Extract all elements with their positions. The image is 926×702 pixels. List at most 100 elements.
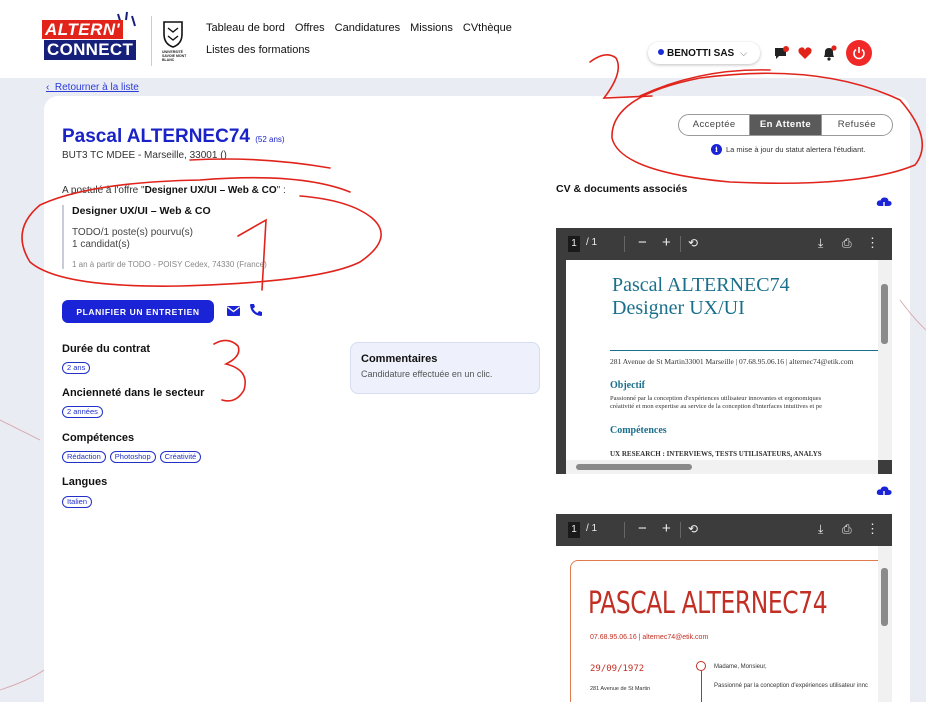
nav-cv-library[interactable]: CVthèque [463,22,512,44]
pdf-page-input[interactable]: 1 [568,522,580,538]
more-options-icon[interactable]: ⋮ [866,521,879,537]
skill-tag: Rédaction [62,451,106,463]
applied-offer-name[interactable]: Designer UX/UI – Web & CO [145,185,277,196]
pdf-viewer-cv: 1 / 1 − + ⟲ ⤓ ⎙ ⋮ Pascal ALTERNEC74 Desig… [556,228,892,474]
nav-dashboard[interactable]: Tableau de bord [206,22,285,44]
nav-applications[interactable]: Candidatures [335,22,400,44]
status-note-text: La mise à jour du statut alertera l'étud… [726,145,866,154]
nav-missions[interactable]: Missions [410,22,453,44]
status-note: i La mise à jour du statut alertera l'ét… [711,144,865,155]
university-name: UNIVERSITÉ SAVOIE MONT BLANC [162,50,187,62]
cv-page: Pascal ALTERNEC74 Designer UX/UI 281 Aven… [566,260,878,460]
rotate-icon[interactable]: ⟲ [688,236,698,250]
chevron-down-icon: ⌵ [740,48,748,58]
comments-title: Commentaires [361,353,438,365]
pdf-horizontal-scrollbar[interactable] [566,460,878,474]
cloud-download-icon[interactable] [876,196,892,210]
rotate-icon[interactable]: ⟲ [688,522,698,536]
letter-page: PASCAL ALTERNEC74 07.68.95.06.16 | alter… [556,546,878,702]
bell-icon[interactable] [821,45,837,61]
comments-box: Commentaires Candidature effectuée en un… [350,342,540,394]
cv-role: Designer UX/UI [612,297,745,319]
applied-prefix: A postulé à l'offre " [62,185,145,196]
download-icon[interactable]: ⤓ [818,522,823,537]
skills-title: Compétences [62,432,135,444]
download-icon[interactable]: ⤓ [818,236,823,251]
toolbar-divider [624,522,625,538]
cloud-download-icon[interactable] [876,485,892,499]
letter-frame [570,560,878,702]
documents-title: CV & documents associés [556,183,688,195]
main-nav: Tableau de bord Offres Candidatures Miss… [206,22,512,66]
cv-name: Pascal ALTERNEC74 Designer UX/UI [612,274,790,320]
altern-connect-logo[interactable]: ALTERN' CONNECT [42,11,144,62]
language-tag: Italien [62,496,93,508]
offer-positions: TODO/1 poste(s) pourvu(s) [72,227,193,238]
print-icon[interactable]: ⎙ [842,236,852,251]
offer-details: 1 an à partir de TODO - POISY Cedex, 743… [72,260,267,269]
status-pending-option[interactable]: En Attente [749,115,821,135]
schedule-interview-button[interactable]: PLANIFIER UN ENTRETIEN [62,300,214,323]
cv-divider [610,350,878,351]
zoom-in-icon[interactable]: + [662,234,671,251]
pdf-page-input[interactable]: 1 [568,236,580,252]
duration-tag: 2 ans [62,362,91,374]
print-icon[interactable]: ⎙ [842,522,852,537]
university-shield-icon [163,21,183,48]
languages-title: Langues [62,476,108,488]
company-selector[interactable]: BENOTTI SAS ⌵ [648,42,760,64]
seniority-tags: 2 années [62,406,103,418]
letter-address: 281 Avenue de St Martin [590,686,651,692]
nav-training-lists[interactable]: Listes des formations [206,44,310,66]
applied-offer-line: A postulé à l'offre "Designer UX/UI – We… [62,185,286,196]
status-accepted-option[interactable]: Acceptée [679,115,749,135]
pdf-vertical-scrollbar[interactable] [878,546,892,702]
timeline-line [701,671,702,702]
company-status-dot [658,49,664,55]
cv-skills-title: Compétences [610,425,667,436]
logout-button[interactable] [846,40,872,66]
offer-candidates: 1 candidat(s) [72,239,130,250]
comments-body: Candidature effectuée en un clic. [361,369,493,379]
letter-paragraph: Passionné par la conception d'expérience… [714,683,868,689]
pdf-hscroll-thumb[interactable] [576,464,692,470]
duration-tags: 2 ans [62,362,91,374]
phone-icon[interactable] [249,303,263,317]
candidate-name: Pascal ALTERNEC74 (52 ans) [62,126,285,148]
top-bar: ALTERN' CONNECT UNIVERSITÉ SAVOIE MONT B… [0,0,926,78]
skill-tag: Créativité [159,451,202,463]
more-options-icon[interactable]: ⋮ [866,235,879,251]
candidate-school: BUT3 TC MDEE - Marseille, 33001 () [62,150,227,161]
cv-address: 281 Avenue de St Martin33001 Marseille |… [610,357,854,366]
pdf-vertical-scrollbar[interactable] [878,260,892,460]
chat-icon[interactable] [773,45,789,61]
applied-suffix: " : [276,185,286,196]
cv-objective-line-1: Passionné par la conception d'expérience… [610,395,822,402]
pdf-viewer-letter: 1 / 1 − + ⟲ ⤓ ⎙ ⋮ PASCAL ALTERNEC74 07.6… [556,514,892,702]
nav-offers[interactable]: Offres [295,22,325,44]
pdf-toolbar: 1 / 1 − + ⟲ ⤓ ⎙ ⋮ [556,228,892,260]
letter-name: PASCAL ALTERNEC74 [588,586,828,621]
timeline-circle-icon [696,661,706,671]
mail-icon[interactable] [227,306,240,316]
info-icon: i [711,144,722,155]
languages-tags: Italien [62,496,93,508]
zoom-out-icon[interactable]: − [638,520,647,537]
pdf-toolbar: 1 / 1 − + ⟲ ⤓ ⎙ ⋮ [556,514,892,546]
pdf-page-count: / 1 [586,237,598,248]
pdf-scroll-thumb[interactable] [881,568,888,626]
letter-contact: 07.68.95.06.16 | alternec74@etik.com [590,634,709,641]
seniority-tag: 2 années [62,406,103,418]
logo-line-2: CONNECT [44,40,137,60]
company-name: BENOTTI SAS [667,48,735,59]
pdf-scroll-thumb[interactable] [881,284,888,344]
zoom-in-icon[interactable]: + [662,520,671,537]
back-to-list-link[interactable]: ‹ Retourner à la liste [46,82,139,93]
zoom-out-icon[interactable]: − [638,234,647,251]
candidate-age: (52 ans) [255,135,285,144]
offer-title: Designer UX/UI – Web & CO [72,205,211,217]
status-refused-option[interactable]: Refusée [820,115,892,135]
cv-name-text: Pascal ALTERNEC74 [612,274,790,296]
toolbar-divider [680,522,681,538]
heart-icon[interactable] [797,45,813,61]
